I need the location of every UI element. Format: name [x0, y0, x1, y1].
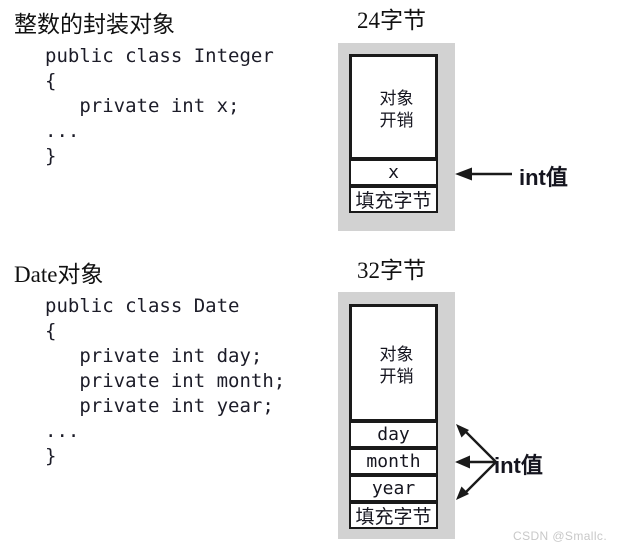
field-cell-year: year: [349, 475, 438, 502]
code-block-date: public class Date { private int day; pri…: [45, 295, 286, 467]
field-cell-month: month: [349, 448, 438, 475]
annotation-int-value-date: int值: [494, 448, 543, 480]
field-label-day: day: [377, 424, 410, 445]
padding-cell-date: 填充字节: [349, 502, 438, 529]
field-label-year: year: [371, 478, 416, 499]
padding-label-date: 填充字节: [355, 507, 432, 528]
field-label-x: x: [388, 162, 399, 183]
object-overhead-cell-integer: 对象 开销: [349, 54, 438, 160]
annotation-int-prefix-integer: int: [519, 165, 546, 190]
field-cell-x: x: [349, 159, 438, 186]
section-title-integer: 整数的封装对象: [14, 12, 175, 37]
field-cell-day: day: [349, 421, 438, 448]
object-overhead-cell-date: 对象 开销: [349, 304, 438, 422]
figure-root: { "figure": { "watermark": "CSDN @Smallc…: [0, 0, 622, 551]
padding-cell-integer: 填充字节: [349, 186, 438, 213]
arrows-to-int-fields-icon: [455, 424, 497, 500]
diagram-title-24-bytes: 24字节: [357, 8, 426, 33]
section-title-date: Date对象: [14, 262, 104, 287]
field-label-month: month: [366, 451, 421, 472]
padding-label-integer: 填充字节: [355, 191, 432, 212]
annotation-int-prefix-date: int: [494, 453, 521, 478]
annotation-int-suffix-date: 值: [520, 453, 543, 478]
annotation-int-value-integer: int值: [519, 160, 568, 192]
diagram-title-32-bytes: 32字节: [357, 258, 426, 283]
object-overhead-label-date: 对象 开销: [379, 345, 414, 386]
arrow-to-x-field-icon: [455, 167, 512, 181]
annotation-int-suffix-integer: 值: [545, 165, 568, 190]
watermark: CSDN @Smallc.: [513, 529, 608, 543]
object-overhead-label-integer: 对象 开销: [379, 89, 414, 130]
code-block-integer: public class Integer { private int x; ..…: [45, 45, 274, 167]
